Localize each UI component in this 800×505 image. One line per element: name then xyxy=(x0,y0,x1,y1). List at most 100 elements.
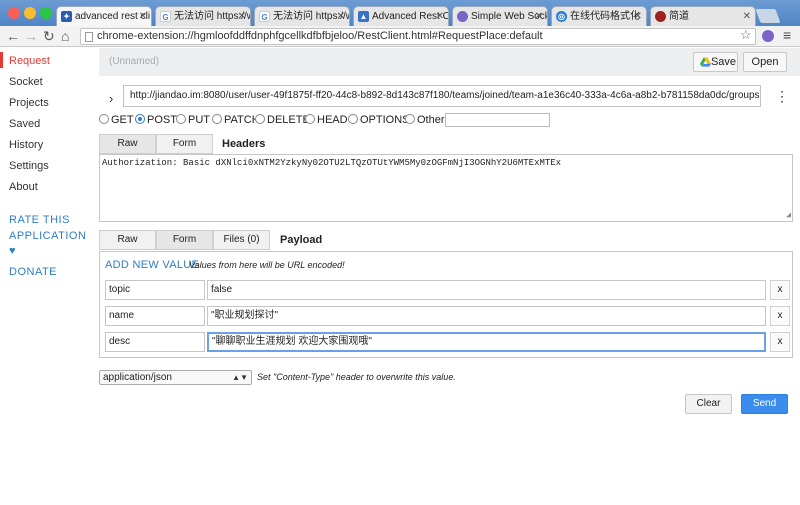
sidebar-item-request[interactable]: Request xyxy=(9,55,50,67)
tab-close-icon[interactable]: ✕ xyxy=(634,7,642,26)
request-name-field[interactable]: (Unnamed) xyxy=(109,56,159,67)
radio-icon xyxy=(176,114,186,124)
heart-icon: ♥ xyxy=(9,245,17,257)
method-radio-group: GET POST PUT PATCH DELETE HEAD OPTIONS O… xyxy=(99,113,800,130)
new-tab-button[interactable] xyxy=(755,9,781,23)
browser-tab-strip: ✦ advanced rest cli ✕ G 无法访问 https://w ✕… xyxy=(0,0,800,26)
radio-icon xyxy=(405,114,415,124)
payload-value-input[interactable]: "职业规划探讨" xyxy=(207,306,766,326)
rate-app-link-line2[interactable]: APPLICATION xyxy=(9,230,86,242)
browser-tab[interactable]: ◎ 在线代码格式化 ✕ xyxy=(551,6,647,26)
remove-row-button[interactable]: x xyxy=(770,306,790,326)
payload-value-input[interactable]: "聊聊职业生涯规划 欢迎大家围观哦" xyxy=(207,332,766,352)
browser-tab[interactable]: ▲ Advanced Rest Cli ✕ xyxy=(353,6,449,26)
sidebar-item-projects[interactable]: Projects xyxy=(9,97,49,109)
tab-payload-files[interactable]: Files (0) xyxy=(213,230,270,250)
sidebar-item-socket[interactable]: Socket xyxy=(9,76,43,88)
resize-handle-icon[interactable]: ◢ xyxy=(786,210,791,220)
content-type-value: application/json xyxy=(103,372,172,383)
tab-close-icon[interactable]: ✕ xyxy=(743,7,751,26)
active-indicator xyxy=(0,52,3,68)
more-vert-icon[interactable]: ⋮ xyxy=(775,88,789,105)
method-post[interactable]: POST xyxy=(135,114,177,126)
payload-value-input[interactable]: false xyxy=(207,280,766,300)
donate-link[interactable]: DONATE xyxy=(9,266,57,278)
payload-key-input[interactable]: name xyxy=(105,306,205,326)
reload-icon[interactable]: ↻ xyxy=(43,28,55,44)
browser-tab[interactable]: Simple Web Socke ✕ xyxy=(452,6,548,26)
tab-close-icon[interactable]: ✕ xyxy=(139,7,147,26)
tab-payload-raw[interactable]: Raw xyxy=(99,230,156,250)
radio-icon xyxy=(255,114,265,124)
other-method-input[interactable] xyxy=(445,113,550,127)
tab-close-icon[interactable]: ✕ xyxy=(436,7,444,26)
remove-row-button[interactable]: x xyxy=(770,280,790,300)
clear-button[interactable]: Clear xyxy=(685,394,732,414)
remove-row-button[interactable]: x xyxy=(770,332,790,352)
extension-icon[interactable] xyxy=(762,30,774,42)
browser-tab[interactable]: G 无法访问 https://w ✕ xyxy=(254,6,350,26)
method-get[interactable]: GET xyxy=(99,114,134,126)
radio-icon xyxy=(305,114,315,124)
tab-close-icon[interactable]: ✕ xyxy=(337,7,345,26)
content-type-select[interactable]: application/json ▲▼ xyxy=(99,370,252,385)
radio-icon xyxy=(348,114,358,124)
payload-key-input[interactable]: desc xyxy=(105,332,205,352)
send-button[interactable]: Send xyxy=(741,394,788,414)
browser-tab[interactable]: G 无法访问 https://w ✕ xyxy=(155,6,251,26)
headers-raw-text: Authorization: Basic dXNlci0xNTM2YzkyNy0… xyxy=(102,158,562,168)
content-type-note: Set "Content-Type" header to overwrite t… xyxy=(257,372,456,382)
browser-tab[interactable]: 简道 ✕ xyxy=(650,6,756,26)
url-encoded-note: Values from here will be URL encoded! xyxy=(189,260,345,270)
window-zoom-button[interactable] xyxy=(40,7,52,19)
request-url-input[interactable]: http://jiandao.im:8080/user/user-49f1875… xyxy=(123,85,761,107)
tab-headers-raw[interactable]: Raw xyxy=(99,134,156,154)
main-panel: (Unnamed) Save Open › http://jiandao.im:… xyxy=(99,48,800,505)
save-button[interactable]: Save xyxy=(693,52,738,72)
tab-close-icon[interactable]: ✕ xyxy=(238,7,246,26)
chevron-right-icon[interactable]: › xyxy=(109,91,113,106)
payload-title: Payload xyxy=(280,234,323,246)
browser-menu-icon[interactable]: ≡ xyxy=(783,27,791,43)
socket-icon xyxy=(457,11,468,22)
method-patch[interactable]: PATCH xyxy=(212,114,260,126)
home-icon[interactable]: ⌂ xyxy=(61,28,69,44)
method-delete[interactable]: DELETE xyxy=(255,114,310,126)
payload-key-input[interactable]: topic xyxy=(105,280,205,300)
radio-checked-icon xyxy=(135,114,145,124)
radio-icon xyxy=(99,114,109,124)
method-options[interactable]: OPTIONS xyxy=(348,114,410,126)
payload-tabs: Raw Form Files (0) Payload xyxy=(99,230,800,250)
rate-app-link-line1[interactable]: RATE THIS xyxy=(9,214,70,226)
tab-payload-form[interactable]: Form xyxy=(156,230,213,250)
window-minimize-button[interactable] xyxy=(24,7,36,19)
radio-icon xyxy=(212,114,222,124)
tab-headers-form[interactable]: Form xyxy=(156,134,213,154)
sidebar: Request Socket Projects Saved History Se… xyxy=(0,48,99,505)
bookmark-star-icon[interactable]: ☆ xyxy=(740,27,752,43)
sidebar-item-saved[interactable]: Saved xyxy=(9,118,40,130)
window-close-button[interactable] xyxy=(8,7,20,19)
forward-icon[interactable]: → xyxy=(24,28,38,44)
method-head[interactable]: HEAD xyxy=(305,114,348,126)
url-omnibox[interactable]: chrome-extension://hgmloofddffdnphfgcell… xyxy=(80,28,756,45)
headers-tabs: Raw Form Headers xyxy=(99,134,800,154)
browser-tab[interactable]: ✦ advanced rest cli ✕ xyxy=(56,6,152,26)
tab-close-icon[interactable]: ✕ xyxy=(535,7,543,26)
method-other[interactable]: Other xyxy=(405,114,445,126)
back-icon[interactable]: ← xyxy=(6,28,20,44)
add-new-value-button[interactable]: ADD NEW VALUE xyxy=(105,259,199,271)
method-put[interactable]: PUT xyxy=(176,114,210,126)
headers-title: Headers xyxy=(222,138,266,150)
headers-raw-textarea[interactable]: Authorization: Basic dXNlci0xNTM2YzkyNy0… xyxy=(99,154,793,222)
google-icon: G xyxy=(259,11,270,22)
google-icon: G xyxy=(160,11,171,22)
sidebar-item-about[interactable]: About xyxy=(9,181,38,193)
open-button[interactable]: Open xyxy=(743,52,787,72)
page-icon xyxy=(85,32,93,42)
tab-label: 在线代码格式化 xyxy=(570,11,640,22)
sidebar-item-settings[interactable]: Settings xyxy=(9,160,49,172)
save-button-label: Save xyxy=(710,56,737,68)
sidebar-item-history[interactable]: History xyxy=(9,139,43,151)
arc-icon: ▲ xyxy=(358,11,369,22)
